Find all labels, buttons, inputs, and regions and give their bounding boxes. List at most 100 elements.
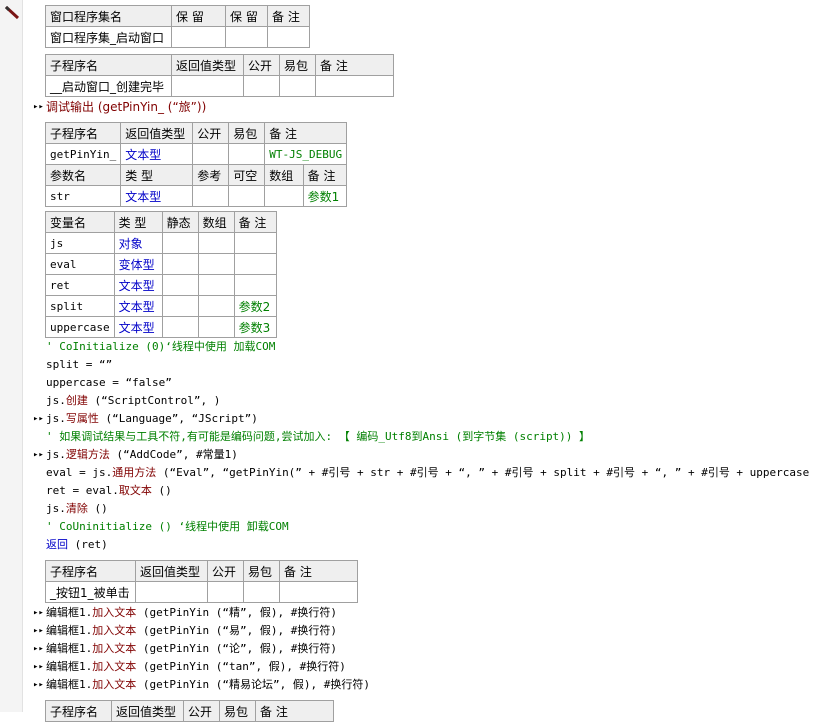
expand-arrow-icon[interactable]: ▸▸ bbox=[33, 676, 44, 694]
editor-gutter bbox=[0, 0, 23, 712]
header-cell: 子程序名 bbox=[45, 54, 172, 76]
code-comment-line[interactable]: ' CoUninitialize () ‘线程中使用 卸载COM bbox=[46, 518, 289, 536]
remark-cell[interactable] bbox=[233, 274, 277, 296]
subroutine-name-cell[interactable]: __启动窗口_创建完毕 bbox=[45, 75, 172, 97]
table-cell[interactable] bbox=[197, 253, 235, 275]
code-line[interactable]: ret = eval.取文本 () bbox=[46, 482, 172, 500]
table-cell[interactable] bbox=[243, 75, 280, 97]
expand-arrow-icon[interactable]: ▸▸ bbox=[33, 658, 44, 676]
code-line[interactable]: 编辑框1.加入文本 (getPinYin (“易”, 假), #换行符) bbox=[46, 622, 337, 640]
table-cell[interactable] bbox=[135, 581, 208, 603]
table-cell[interactable] bbox=[171, 26, 226, 48]
expand-arrow-icon[interactable]: ▸▸ bbox=[33, 622, 44, 640]
table-cell[interactable] bbox=[192, 185, 230, 207]
subroutine-name-cell[interactable]: _按钮1_被单击 bbox=[45, 581, 136, 603]
expand-arrow-icon[interactable]: ▸▸ bbox=[33, 410, 44, 428]
table-cell[interactable] bbox=[197, 232, 235, 254]
header-cell: 数组 bbox=[197, 211, 235, 233]
table-cell[interactable] bbox=[315, 75, 394, 97]
table-cell[interactable] bbox=[197, 295, 235, 317]
expand-arrow-icon[interactable]: ▸▸ bbox=[33, 604, 44, 622]
code-line[interactable]: 返回 (ret) bbox=[46, 536, 108, 554]
code-line[interactable]: js.清除 () bbox=[46, 500, 108, 518]
header-cell: 备 注 bbox=[233, 211, 277, 233]
variable-name-cell[interactable]: eval bbox=[45, 253, 115, 275]
variable-name-cell[interactable]: uppercase bbox=[45, 316, 115, 338]
code-comment-line[interactable]: ' 如果调试结果与工具不符,有可能是编码问题,尝试加入: 【 编码_Utf8到A… bbox=[46, 428, 590, 446]
table-cell[interactable] bbox=[161, 253, 199, 275]
table-cell[interactable] bbox=[225, 26, 268, 48]
header-cell: 备 注 bbox=[264, 122, 348, 144]
header-cell: 类 型 bbox=[113, 211, 163, 233]
code-line[interactable]: 编辑框1.加入文本 (getPinYin (“精易论坛”, 假), #换行符) bbox=[46, 676, 370, 694]
code-line[interactable]: eval = js.通用方法 (“Eval”, “getPinYin(” + #… bbox=[46, 464, 809, 482]
code-keyword: 返回 bbox=[46, 538, 68, 551]
expand-arrow-icon[interactable]: ▸▸ bbox=[33, 640, 44, 658]
code-line[interactable]: split = “” bbox=[46, 356, 112, 374]
return-type-cell[interactable]: 文本型 bbox=[120, 143, 194, 165]
subroutine-name-cell[interactable]: getPinYin_ bbox=[44, 143, 122, 165]
header-cell: 静态 bbox=[161, 211, 199, 233]
header-cell: 保 留 bbox=[171, 5, 226, 27]
header-cell: 子程序名 bbox=[45, 560, 136, 582]
variable-name-cell[interactable]: js bbox=[45, 232, 115, 254]
variable-name-cell[interactable]: ret bbox=[45, 274, 115, 296]
table-cell[interactable] bbox=[228, 143, 266, 165]
variable-type-cell[interactable]: 文本型 bbox=[113, 295, 163, 317]
remark-cell[interactable]: WT-JS_DEBUG bbox=[264, 143, 348, 165]
table-cell[interactable] bbox=[207, 581, 244, 603]
header-cell: 可空 bbox=[228, 164, 266, 186]
header-cell: 公开 bbox=[207, 560, 244, 582]
code-method: 加入文本 bbox=[92, 606, 137, 619]
code-line[interactable]: js.写属性 (“Language”, “JScript”) bbox=[46, 410, 258, 428]
header-cell: 数组 bbox=[264, 164, 304, 186]
expand-arrow-icon[interactable]: ▸▸ bbox=[33, 98, 44, 116]
variable-type-cell[interactable]: 文本型 bbox=[113, 316, 163, 338]
table-cell[interactable] bbox=[197, 274, 235, 296]
param-name-cell[interactable]: str bbox=[44, 185, 122, 207]
assembly-name-cell[interactable]: 窗口程序集_启动窗口 bbox=[45, 26, 172, 48]
code-line[interactable]: 编辑框1.加入文本 (getPinYin (“精”, 假), #换行符) bbox=[46, 604, 337, 622]
subroutine-table-getpinyin: 子程序名 返回值类型 公开 易包 备 注 getPinYin_ 文本型 WT-J… bbox=[44, 122, 348, 207]
table-cell[interactable] bbox=[197, 316, 235, 338]
code-line[interactable]: 编辑框1.加入文本 (getPinYin (“tan”, 假), #换行符) bbox=[46, 658, 346, 676]
table-cell[interactable] bbox=[161, 232, 199, 254]
table-cell[interactable] bbox=[279, 75, 316, 97]
header-cell: 返回值类型 bbox=[111, 700, 184, 722]
variable-type-cell[interactable]: 对象 bbox=[113, 232, 163, 254]
table-cell[interactable] bbox=[161, 295, 199, 317]
code-comment-line[interactable]: ' CoInitialize (0)‘线程中使用 加载COM bbox=[46, 338, 275, 356]
header-cell: 备 注 bbox=[315, 54, 394, 76]
param-type-cell[interactable]: 文本型 bbox=[120, 185, 194, 207]
table-cell[interactable] bbox=[161, 316, 199, 338]
code-args: () bbox=[151, 484, 172, 497]
variable-name-cell[interactable]: split bbox=[45, 295, 115, 317]
table-cell[interactable] bbox=[279, 581, 358, 603]
remark-cell[interactable]: 参数3 bbox=[233, 316, 277, 338]
table-cell[interactable] bbox=[267, 26, 310, 48]
remark-cell[interactable] bbox=[233, 232, 277, 254]
variable-type-cell[interactable]: 文本型 bbox=[113, 274, 163, 296]
code-line[interactable]: js.逻辑方法 (“AddCode”, #常量1) bbox=[46, 446, 238, 464]
remark-cell[interactable]: 参数2 bbox=[233, 295, 277, 317]
table-cell[interactable] bbox=[161, 274, 199, 296]
pencil-icon bbox=[4, 6, 20, 20]
code-object: 编辑框1. bbox=[46, 660, 93, 673]
code-line[interactable]: js.创建 (“ScriptControl”, ) bbox=[46, 392, 220, 410]
header-cell: 备 注 bbox=[267, 5, 310, 27]
table-cell[interactable] bbox=[228, 185, 266, 207]
table-cell[interactable] bbox=[264, 185, 304, 207]
header-cell: 易包 bbox=[219, 700, 256, 722]
expand-arrow-icon[interactable]: ▸▸ bbox=[33, 446, 44, 464]
table-cell[interactable] bbox=[171, 75, 244, 97]
variable-type-cell[interactable]: 变体型 bbox=[113, 253, 163, 275]
table-cell[interactable] bbox=[243, 581, 280, 603]
code-line[interactable]: uppercase = “false” bbox=[46, 374, 172, 392]
table-cell[interactable] bbox=[192, 143, 230, 165]
code-method: 写属性 bbox=[65, 412, 99, 425]
remark-cell[interactable] bbox=[233, 253, 277, 275]
remark-cell[interactable]: 参数1 bbox=[302, 185, 348, 207]
debug-output-line[interactable]: 调试输出 (getPinYin_ (“旅”)) bbox=[46, 98, 206, 116]
code-line[interactable]: 编辑框1.加入文本 (getPinYin (“论”, 假), #换行符) bbox=[46, 640, 337, 658]
code-method: 加入文本 bbox=[92, 642, 137, 655]
